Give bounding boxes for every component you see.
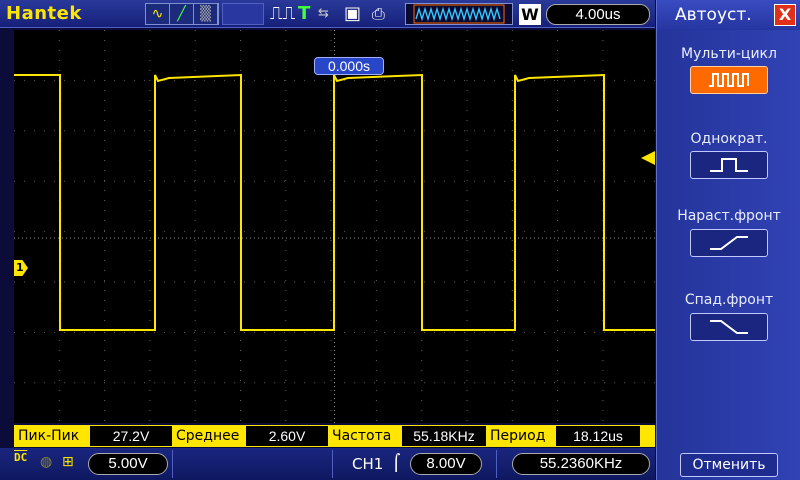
memory-waveform-overview[interactable] [405, 3, 513, 25]
autoset-panel: Автоуст. X Мульти-цикл Однократ. Нараст.… [656, 0, 800, 480]
close-button[interactable]: X [774, 4, 796, 26]
save-icon[interactable]: ▣ [344, 3, 361, 25]
acquire-status-box [222, 3, 264, 25]
mode-label-single: Однократ. [690, 131, 768, 147]
meas-label-mean: Среднее [176, 428, 240, 444]
falling-edge-icon [710, 320, 748, 334]
probe-icon: ⊞ [62, 454, 74, 470]
mode-label-multi-cycle: Мульти-цикл [681, 46, 777, 62]
top-status-bar: Hantek ∿ ╱ ▒ ⎍⎍ T ⇆ ▣ ⎙ W 4.00us [0, 0, 655, 28]
wave-mode-indicator[interactable]: W [519, 4, 541, 25]
meas-label-peak: Пик-Пик [18, 428, 80, 444]
single-pulse-button[interactable] [690, 151, 768, 179]
graticule-and-trace [14, 30, 655, 423]
trigger-level-readout[interactable]: 8.00V [410, 453, 482, 475]
brand-logo: Hantek [6, 3, 82, 24]
vector-icon[interactable]: ╱ [170, 4, 194, 24]
meas-value-mean: 2.60V [246, 426, 328, 446]
mode-label-rising: Нараст.фронт [677, 208, 781, 224]
pulse-icon[interactable]: ⎍⎍ [270, 3, 295, 25]
measurement-bar: Пик-Пик 27.2V Среднее 2.60V Частота 55.1… [14, 425, 655, 447]
waveform-display[interactable]: 0.000s 1 [14, 30, 655, 423]
ch1-volts-div[interactable]: 5.00V [88, 453, 168, 475]
rising-edge-icon: ⌠ [392, 453, 401, 472]
meas-value-period: 18.12us [556, 426, 640, 446]
rising-edge-button[interactable] [690, 229, 768, 257]
persist-icon[interactable]: ▒ [194, 4, 218, 24]
trigger-source-label[interactable]: CH1 [352, 455, 383, 473]
single-pulse-icon [710, 158, 748, 172]
falling-edge-button[interactable] [690, 313, 768, 341]
coupling-label: DC [14, 451, 28, 464]
bw-limit-icon: ◍ [40, 454, 53, 470]
ch1-trace [14, 73, 655, 331]
multi-cycle-icon [709, 73, 749, 87]
usb-icon: ⇆ [318, 6, 329, 21]
timebase-readout[interactable]: 4.00us [546, 4, 650, 25]
meas-value-peak: 27.2V [90, 426, 172, 446]
separator [172, 450, 173, 478]
multi-cycle-button[interactable] [690, 66, 768, 94]
display-mode-group[interactable]: ∿ ╱ ▒ [145, 3, 219, 25]
print-icon[interactable]: ⎙ [372, 3, 385, 25]
trigger-level-marker[interactable] [641, 151, 655, 165]
trigger-position-readout[interactable]: 0.000s [314, 57, 384, 75]
frequency-counter: 55.2360KHz [512, 453, 650, 475]
rising-edge-icon [710, 236, 748, 250]
cancel-button[interactable]: Отменить [680, 453, 778, 477]
waveform-icon[interactable]: ∿ [146, 4, 170, 24]
meas-label-freq: Частота [332, 428, 392, 444]
separator [496, 450, 497, 478]
overview-wave-icon [413, 4, 505, 24]
coupling-indicator[interactable]: DC [14, 452, 27, 464]
mode-label-falling: Спад.фронт [684, 292, 774, 308]
meas-label-period: Период [490, 428, 546, 444]
separator [332, 450, 333, 478]
trigger-t-icon[interactable]: T [298, 3, 310, 25]
channel-status-bar: DC ◍ ⊞ 5.00V CH1 ⌠ 8.00V 55.2360KHz [0, 448, 655, 480]
meas-value-freq: 55.18KHz [402, 426, 486, 446]
